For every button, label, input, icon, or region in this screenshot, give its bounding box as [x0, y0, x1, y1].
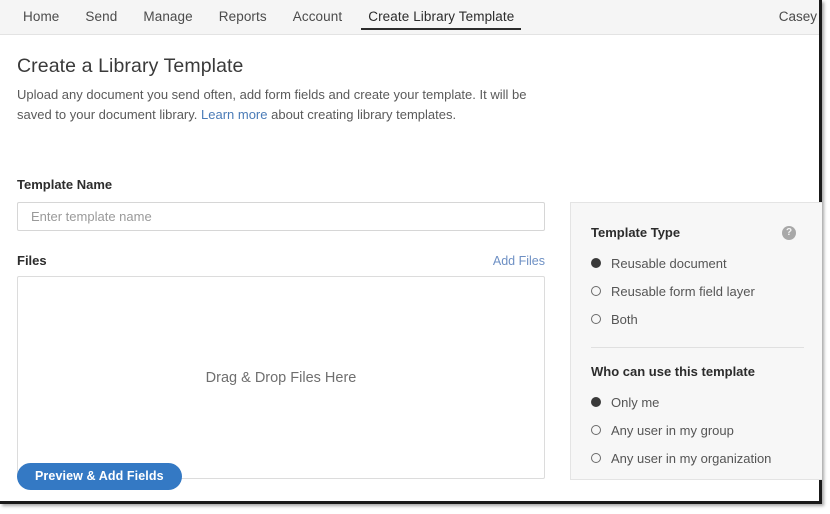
who-can-use-option-label: Only me [611, 394, 660, 410]
radio-selected-icon[interactable] [591, 397, 601, 407]
files-section-header: Files Add Files [17, 253, 545, 268]
template-type-radio-group: Reusable document Reusable form field lay… [591, 249, 804, 333]
page-subtitle-text-after: about creating library templates. [267, 107, 457, 122]
upload-column: Template Name Files Add Files Drag & Dro… [17, 177, 545, 479]
nav-item-account[interactable]: Account [280, 0, 355, 34]
nav-item-create-library-template[interactable]: Create Library Template [355, 0, 527, 34]
who-can-use-option-label: Any user in my organization [611, 450, 772, 466]
panel-divider [591, 347, 804, 348]
page-title: Create a Library Template [17, 55, 244, 77]
account-user-label[interactable]: Casey [779, 9, 817, 24]
template-name-label: Template Name [17, 177, 113, 192]
nav-item-send[interactable]: Send [72, 0, 130, 34]
page-body: Create a Library Template Upload any doc… [0, 35, 822, 502]
preview-and-add-fields-button[interactable]: Preview & Add Fields [17, 463, 182, 490]
who-can-use-option-0[interactable]: Only me [591, 388, 804, 416]
template-options-panel: Template Type ? Reusable document Reusabl… [570, 202, 822, 480]
page-subtitle: Upload any document you send often, add … [17, 85, 557, 125]
template-type-option-label: Reusable document [611, 255, 727, 271]
who-can-use-option-2[interactable]: Any user in my organization [591, 444, 804, 472]
template-name-input[interactable] [17, 202, 545, 231]
radio-unselected-icon[interactable] [591, 425, 601, 435]
top-navigation-bar: Home Send Manage Reports Account Create Libra… [0, 0, 819, 35]
template-type-option-label: Reusable form field layer [611, 283, 755, 299]
file-drop-zone[interactable]: Drag & Drop Files Here [17, 276, 545, 479]
learn-more-link[interactable]: Learn more [201, 107, 267, 122]
template-type-header: Template Type ? [591, 225, 804, 240]
nav-item-manage[interactable]: Manage [130, 0, 205, 34]
question-mark-icon[interactable]: ? [782, 225, 796, 240]
who-can-use-option-1[interactable]: Any user in my group [591, 416, 804, 444]
who-can-use-option-label: Any user in my group [611, 422, 734, 438]
template-type-option-1[interactable]: Reusable form field layer [591, 277, 804, 305]
who-can-use-radio-group: Only me Any user in my group Any user in m… [591, 388, 804, 472]
radio-unselected-icon[interactable] [591, 286, 601, 296]
who-can-use-section: Who can use this template Only me Any use… [591, 364, 804, 472]
application-window: Home Send Manage Reports Account Create Libra… [0, 0, 822, 504]
template-type-heading: Template Type [591, 225, 681, 240]
radio-selected-icon[interactable] [591, 258, 601, 268]
drop-zone-label: Drag & Drop Files Here [205, 369, 357, 386]
nav-items-container: Home Send Manage Reports Account Create Libra… [0, 0, 527, 34]
radio-unselected-icon[interactable] [591, 453, 601, 463]
add-files-link[interactable]: Add Files [493, 254, 545, 268]
nav-item-reports[interactable]: Reports [206, 0, 280, 34]
nav-item-home[interactable]: Home [10, 0, 72, 34]
files-label: Files [17, 253, 47, 268]
radio-unselected-icon[interactable] [591, 314, 601, 324]
template-type-option-2[interactable]: Both [591, 305, 804, 333]
template-type-option-label: Both [611, 311, 638, 327]
who-can-use-heading: Who can use this template [591, 364, 755, 379]
template-type-option-0[interactable]: Reusable document [591, 249, 804, 277]
